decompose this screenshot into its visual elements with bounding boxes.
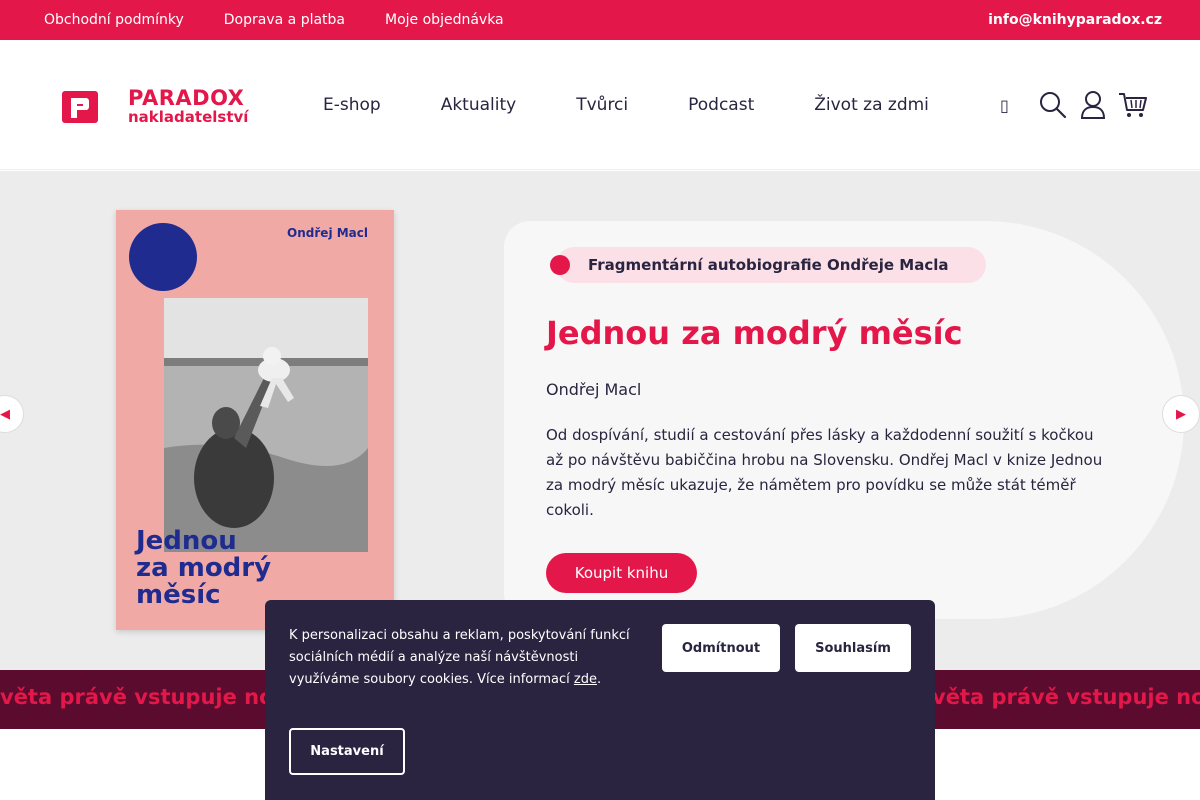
hero-slider: Ondřej Macl Jednou za modrý měsíc Fragme… [0, 171, 1200, 670]
nav-creators[interactable]: Tvůrci [576, 95, 628, 115]
cookie-more-link[interactable]: zde [574, 672, 597, 687]
book-tag-text: Fragmentární autobiografie Ondřeje Macla [588, 256, 949, 274]
site-header: PARADOX nakladatelství E-shop Aktuality … [0, 40, 1200, 170]
placeholder-icon: ▯ [1000, 95, 1009, 115]
link-shipping[interactable]: Doprava a platba [224, 12, 345, 28]
logo-text: PARADOX nakladatelství [128, 88, 248, 125]
book-cover[interactable]: Ondřej Macl Jednou za modrý měsíc [116, 210, 394, 630]
header-icons: ▯ [1000, 88, 1150, 122]
cart-icon-svg [1119, 93, 1147, 117]
buy-book-button[interactable]: Koupit knihu [546, 553, 697, 593]
cookie-period: . [596, 672, 602, 687]
tag-dot-icon [550, 255, 570, 275]
logo[interactable]: PARADOX nakladatelství [62, 88, 248, 125]
chevron-right-icon: ▶ [1176, 406, 1186, 422]
chevron-left-icon: ◀ [0, 406, 10, 422]
ticker-text: věta právě vstupuje nova [0, 685, 302, 709]
slider-prev-button[interactable]: ◀ [0, 395, 24, 433]
book-description: Od dospívání, studií a cestování přes lá… [546, 426, 1103, 519]
top-links: Obchodní podmínky Doprava a platba Moje … [44, 0, 504, 40]
email-link[interactable]: info@knihyparadox.cz [988, 0, 1162, 40]
cookie-refuse-button[interactable]: Odmítnout [662, 624, 780, 672]
nav-eshop[interactable]: E-shop [323, 95, 381, 115]
logo-subtitle: nakladatelství [128, 108, 249, 126]
cookie-text: K personalizaci obsahu a reklam, poskyto… [289, 625, 639, 691]
cover-title-line1: Jednou [136, 526, 237, 556]
cart-icon[interactable] [1116, 88, 1150, 122]
cookie-settings-button[interactable]: Nastavení [289, 728, 405, 775]
cookie-banner: K personalizaci obsahu a reklam, poskyto… [265, 600, 935, 800]
cover-title: Jednou za modrý měsíc [136, 528, 271, 609]
cover-title-line2: za modrý [136, 553, 272, 583]
slider-next-button[interactable]: ▶ [1162, 395, 1200, 433]
logo-mark-icon [62, 90, 98, 123]
cookie-agree-button[interactable]: Souhlasím [795, 624, 911, 672]
cover-photo-svg [164, 298, 368, 552]
ticker-text-repeat: věta právě vstupuje nova [932, 685, 1200, 709]
search-icon-svg [1040, 92, 1067, 119]
cover-blue-circle [129, 223, 197, 291]
user-icon-svg [1080, 91, 1106, 119]
nav-life-behind-walls[interactable]: Život za zdmi [814, 95, 929, 115]
top-bar: Obchodní podmínky Doprava a platba Moje … [0, 0, 1200, 40]
cover-photo [164, 298, 368, 552]
main-nav: E-shop Aktuality Tvůrci Podcast Život za… [323, 40, 929, 170]
user-icon[interactable] [1076, 88, 1110, 122]
nav-news[interactable]: Aktuality [441, 95, 517, 115]
logo-name: PARADOX [128, 86, 245, 110]
book-tag: Fragmentární autobiografie Ondřeje Macla [550, 247, 986, 283]
search-icon[interactable] [1036, 88, 1070, 122]
link-my-order[interactable]: Moje objednávka [385, 12, 504, 28]
nav-podcast[interactable]: Podcast [688, 95, 754, 115]
cover-title-line3: měsíc [136, 580, 221, 610]
book-title[interactable]: Jednou za modrý měsíc [546, 314, 963, 352]
cover-author: Ondřej Macl [287, 226, 368, 240]
book-author[interactable]: Ondřej Macl [546, 380, 641, 399]
link-terms[interactable]: Obchodní podmínky [44, 12, 184, 28]
